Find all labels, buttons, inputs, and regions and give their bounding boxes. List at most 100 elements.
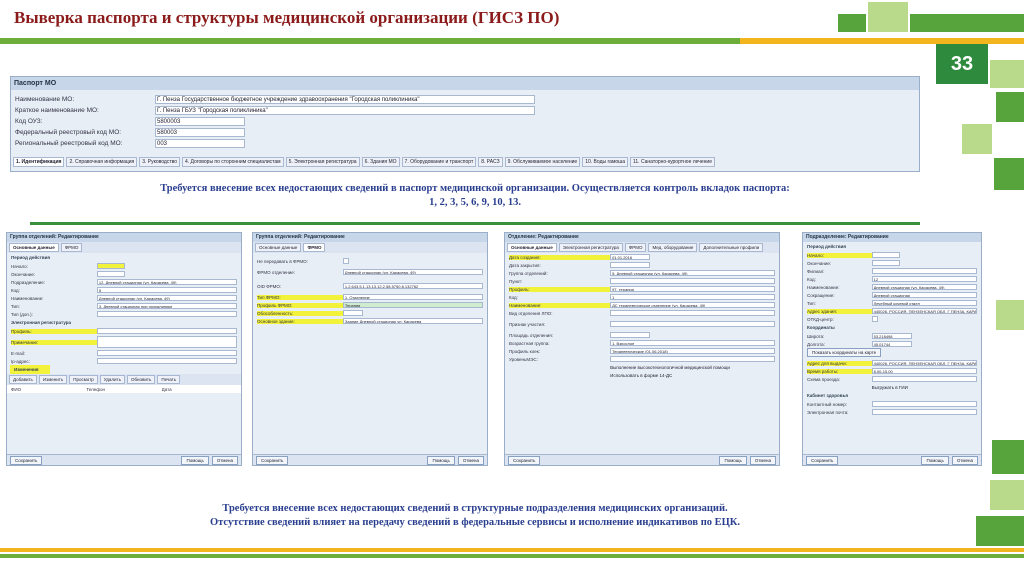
passport-title: Паспорт МО bbox=[11, 77, 919, 90]
section-label: Электронная регистратура bbox=[11, 320, 72, 325]
form-row: Тип ФРМО: 1. Отделение bbox=[253, 293, 487, 301]
page-number: 33 bbox=[936, 44, 988, 84]
form-row: ФРМО отделение: Дневной стационар (ул. Ка… bbox=[253, 265, 487, 279]
note-passport: Требуется внесение всех недостающих свед… bbox=[160, 183, 790, 208]
form-row: УровеньМЭС: bbox=[505, 355, 779, 363]
section-label: Период действия bbox=[807, 244, 847, 249]
tab-reference[interactable]: 2. Справочная информация bbox=[66, 157, 138, 167]
help-button[interactable]: Помощь bbox=[921, 455, 949, 465]
department-group-window: Группа отделений: Редактирование Основны… bbox=[6, 232, 242, 466]
cancel-button[interactable]: Отмена bbox=[749, 455, 776, 465]
tab-e-registry[interactable]: Электронная регистратура bbox=[558, 243, 623, 252]
passport-field: Региональный реестровый код МО: 003 bbox=[11, 138, 919, 149]
tab-frmo[interactable]: ФРМО bbox=[303, 243, 326, 252]
section-label: Изменения bbox=[10, 365, 50, 374]
form-row: Основное здание: Здание Дневной стационар… bbox=[253, 317, 487, 325]
save-button[interactable]: Сохранить bbox=[10, 455, 43, 465]
tab-rasz[interactable]: 8. РАСЗ bbox=[478, 157, 503, 167]
form-row: Признак участия: bbox=[505, 317, 779, 331]
deco-square bbox=[996, 300, 1024, 330]
tab-equipment[interactable]: Мед. оборудование bbox=[648, 243, 698, 252]
form-row: Сокращение: Дневной стационар bbox=[803, 291, 981, 299]
note-structure: Требуется внесение всех недостающих свед… bbox=[209, 503, 741, 528]
tab-main[interactable]: Основные данные bbox=[255, 243, 302, 252]
cancel-button[interactable]: Отмена bbox=[211, 455, 238, 465]
form14-checkbox-row: Использовать в форме 14-ДС bbox=[610, 372, 673, 378]
form-row: Код: 5 bbox=[7, 286, 241, 294]
form-row: Не передавать в ФРМО: bbox=[253, 257, 487, 265]
view-button[interactable]: Просмотр bbox=[69, 375, 98, 384]
add-button[interactable]: Добавить bbox=[9, 375, 37, 384]
tab-main[interactable]: Основные данные bbox=[9, 243, 59, 252]
print-button[interactable]: Печать bbox=[157, 375, 181, 384]
tab-management[interactable]: 3. Руководство bbox=[139, 157, 180, 167]
tab-sanatorium[interactable]: 11. Санаторно-курортное лечение bbox=[629, 157, 716, 167]
form-row: Электронная почта: bbox=[803, 408, 981, 416]
window-tabs: Основные данные ФРМО bbox=[253, 242, 487, 253]
section-label: Период действия bbox=[11, 255, 51, 260]
tab-identification[interactable]: 1. Идентификация bbox=[13, 157, 65, 167]
form-row: Адрес здания: 440026, РОССИЯ, ПЕНЗЕНСКАЯ … bbox=[807, 308, 977, 314]
form-row: Возрастная группа: 1. Взрослое bbox=[505, 339, 779, 347]
window-footer: Сохранить Помощь Отмена bbox=[7, 454, 241, 465]
tab-equipment[interactable]: 7. Оборудование и транспорт bbox=[401, 157, 477, 167]
passport-window: Паспорт МО Наименование МО: Г. Пенза Госу… bbox=[10, 76, 920, 172]
window-title: Подразделение: Редактирование bbox=[803, 233, 981, 242]
deco-square bbox=[976, 516, 1024, 546]
cancel-button[interactable]: Отмена bbox=[951, 455, 978, 465]
tab-main[interactable]: Основные данные bbox=[507, 243, 557, 252]
passport-field: Наименование МО: Г. Пенза Государственное… bbox=[11, 94, 919, 105]
deco-square bbox=[990, 480, 1024, 510]
form-row: Наименование: Дневной стационар (ул. Кара… bbox=[803, 283, 981, 291]
save-button[interactable]: Сохранить bbox=[256, 455, 289, 465]
window-footer: Сохранить Помощь Отмена bbox=[253, 454, 487, 465]
page-title: Выверка паспорта и структуры медицинской… bbox=[14, 8, 560, 27]
form-row: Код: 12 bbox=[803, 275, 981, 283]
refresh-button[interactable]: Обновить bbox=[126, 375, 156, 384]
cancel-button[interactable]: Отмена bbox=[457, 455, 484, 465]
show-on-map-button[interactable]: Показать координаты на карте bbox=[807, 347, 882, 357]
form-row: Пункт: bbox=[505, 277, 779, 285]
deco-square bbox=[868, 2, 908, 32]
department-window: Отделение: Редактирование Основные данны… bbox=[504, 232, 780, 466]
form-row: Окончание: bbox=[803, 259, 981, 267]
help-button[interactable]: Помощь bbox=[719, 455, 747, 465]
form-row: Площадь отделения: bbox=[505, 331, 779, 339]
deco-square bbox=[996, 92, 1024, 122]
save-button[interactable]: Сохранить bbox=[806, 455, 839, 465]
help-button[interactable]: Помощь bbox=[181, 455, 209, 465]
window-footer: Сохранить Помощь Отмена bbox=[505, 454, 779, 465]
save-button[interactable]: Сохранить bbox=[508, 455, 541, 465]
tab-e-registry[interactable]: 5. Электронная регистратура bbox=[285, 157, 360, 167]
edit-button[interactable]: Изменить bbox=[38, 375, 68, 384]
form-row: Тип: Лечебный кочевой отдел bbox=[803, 299, 981, 307]
delete-button[interactable]: Удалить bbox=[99, 375, 125, 384]
form-row: Дата закрытия: bbox=[505, 261, 779, 269]
window-footer: Сохранить Помощь Отмена bbox=[803, 454, 981, 465]
form-row: Тип: 3. Дневной стационар при поликлинике bbox=[7, 302, 241, 310]
tab-extra-profiles[interactable]: Дополнительные профили bbox=[699, 243, 764, 252]
form-row: Подразделение: 12. Дневной стационар (ул.… bbox=[7, 278, 241, 286]
help-button[interactable]: Помощь bbox=[427, 455, 455, 465]
window-title: Группа отделений: Редактирование bbox=[7, 233, 241, 242]
tab-frmo[interactable]: ФРМО bbox=[624, 243, 647, 252]
grid-toolbar: Добавить Изменить Просмотр Удалить Обнов… bbox=[7, 374, 241, 385]
passport-field: Краткое наименование МО: Г. Пенза ГБУЗ "Г… bbox=[11, 105, 919, 116]
form-row: Профиль ФРМО: Терапия bbox=[253, 301, 487, 309]
deco-square bbox=[910, 14, 1024, 32]
form-row: Наименование: ДС терапевтическое отделени… bbox=[505, 301, 779, 309]
footer-buttons: Помощь Отмена bbox=[427, 455, 484, 465]
form-row: E-mail: bbox=[7, 349, 241, 357]
tab-waters[interactable]: 10. Воды гамоша bbox=[582, 157, 628, 167]
form-row: OID ФРМО: 1.2.643.5.1.13.13.12.2.58.5750.… bbox=[253, 279, 487, 293]
form-row: Контактный номер: bbox=[803, 400, 981, 408]
footer-buttons: Помощь Отмена bbox=[921, 455, 978, 465]
tab-contracts[interactable]: 4. Договоры по сторонним специалистам bbox=[182, 157, 284, 167]
deco-square bbox=[838, 14, 866, 32]
tab-population[interactable]: 9. Обслуживаемое население bbox=[504, 157, 581, 167]
hi-tech-checkbox-row: Выполнение высокотехнологичной медицинск… bbox=[610, 364, 730, 370]
tab-buildings[interactable]: 6. Здания МО bbox=[361, 157, 400, 167]
tab-frmo[interactable]: ФРМО bbox=[60, 243, 83, 252]
subdivision-window: Подразделение: Редактирование Период дей… bbox=[802, 232, 982, 466]
footer-buttons: Помощь Отмена bbox=[181, 455, 238, 465]
